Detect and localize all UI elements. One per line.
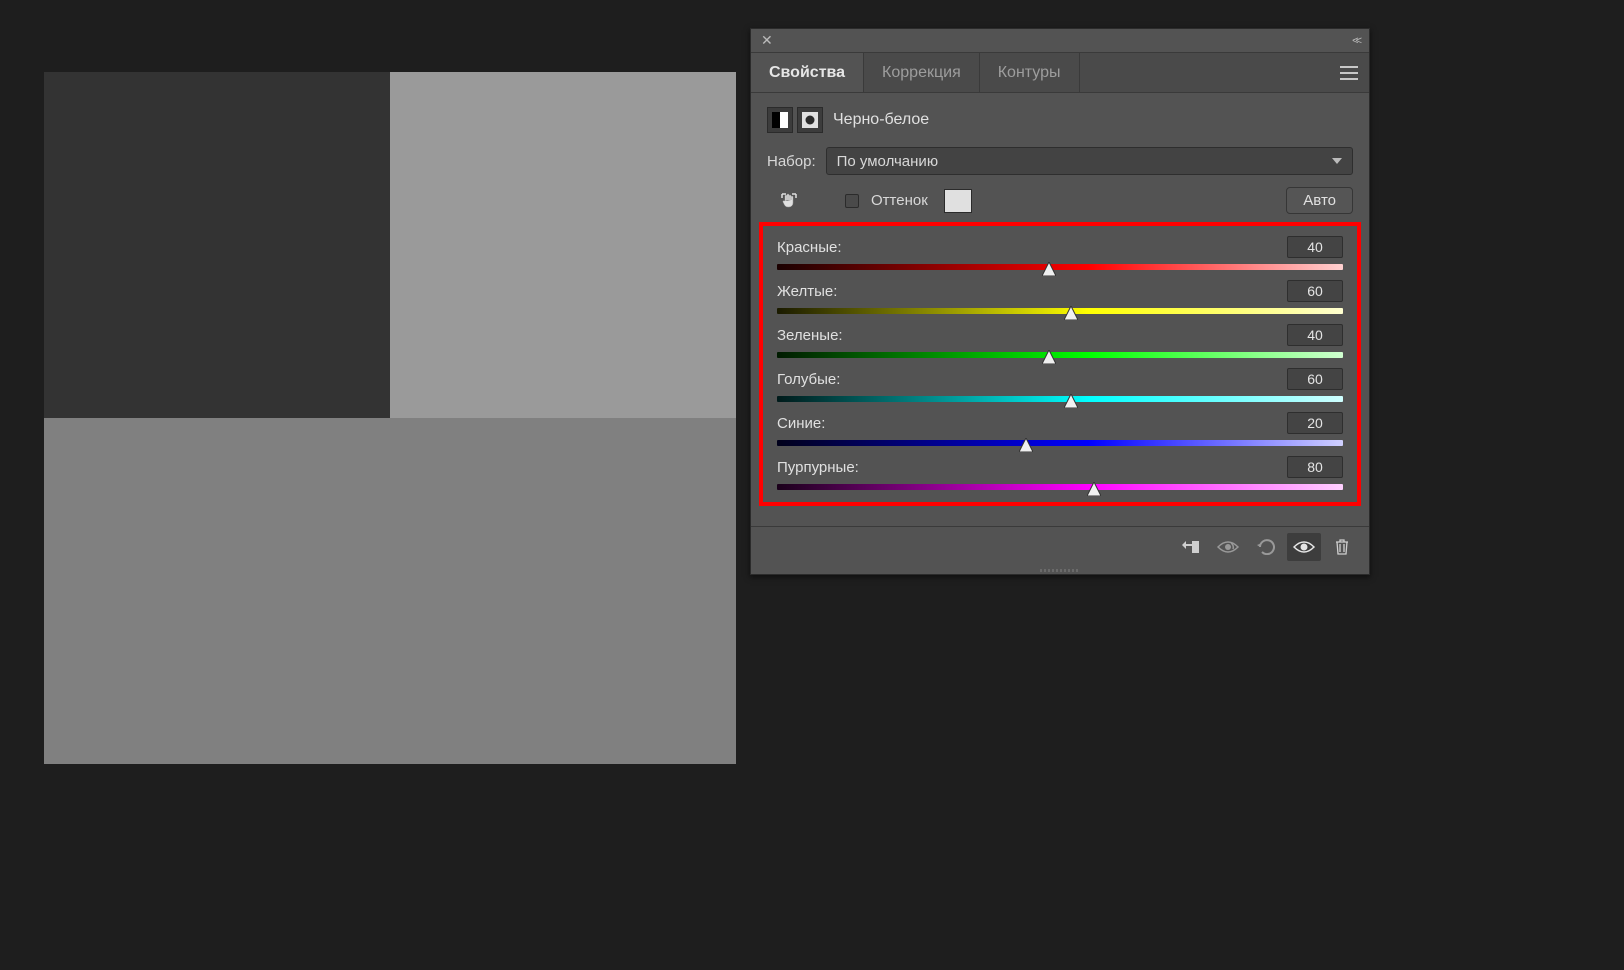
- black-white-adjustment-icon: [767, 107, 793, 133]
- panel-body: Черно-белое Набор: По умолчанию Оттенок: [751, 93, 1369, 514]
- properties-panel: ✕ << Свойства Коррекция Контуры: [750, 28, 1370, 575]
- slider-thumb-greens[interactable]: [1042, 350, 1056, 364]
- layer-mask-icon[interactable]: [797, 107, 823, 133]
- slider-label-blues: Синие:: [777, 415, 825, 432]
- slider-track-greens[interactable]: [777, 352, 1343, 358]
- toggle-visibility-icon[interactable]: [1287, 533, 1321, 561]
- slider-reds: Красные: 40: [777, 236, 1343, 270]
- slider-thumb-blues[interactable]: [1019, 438, 1033, 452]
- canvas-quadrant-tr: [390, 72, 736, 418]
- slider-yellows: Желтые: 60: [777, 280, 1343, 314]
- preset-row: Набор: По умолчанию: [767, 147, 1353, 175]
- preset-label: Набор:: [767, 153, 816, 170]
- adjustment-header: Черно-белое: [767, 107, 1353, 133]
- panel-footer: [751, 526, 1369, 566]
- slider-track-cyans[interactable]: [777, 396, 1343, 402]
- targeted-adjustment-tool-icon[interactable]: [777, 189, 801, 213]
- tab-adjustments[interactable]: Коррекция: [864, 53, 980, 92]
- clip-to-layer-icon[interactable]: [1173, 533, 1207, 561]
- slider-thumb-yellows[interactable]: [1064, 306, 1078, 320]
- preset-value: По умолчанию: [837, 153, 938, 170]
- auto-button[interactable]: Авто: [1286, 187, 1353, 214]
- collapse-panel-icon[interactable]: <<: [1352, 35, 1359, 47]
- slider-value-cyans[interactable]: 60: [1287, 368, 1343, 390]
- tab-paths[interactable]: Контуры: [980, 53, 1080, 92]
- slider-track-magentas[interactable]: [777, 484, 1343, 490]
- slider-label-cyans: Голубые:: [777, 371, 840, 388]
- slider-thumb-cyans[interactable]: [1064, 394, 1078, 408]
- delete-icon[interactable]: [1325, 533, 1359, 561]
- canvas-quadrant-tl: [44, 72, 390, 418]
- slider-thumb-reds[interactable]: [1042, 262, 1056, 276]
- slider-magentas: Пурпурные: 80: [777, 456, 1343, 490]
- slider-thumb-magentas[interactable]: [1087, 482, 1101, 496]
- tint-checkbox[interactable]: [845, 194, 859, 208]
- slider-value-yellows[interactable]: 60: [1287, 280, 1343, 302]
- canvas-quadrant-bl: [44, 418, 390, 764]
- slider-cyans: Голубые: 60: [777, 368, 1343, 402]
- slider-value-greens[interactable]: 40: [1287, 324, 1343, 346]
- tint-color-swatch[interactable]: [944, 189, 972, 213]
- panel-resize-grip[interactable]: [751, 566, 1369, 574]
- slider-track-blues[interactable]: [777, 440, 1343, 446]
- chevron-down-icon: [1332, 158, 1342, 164]
- reset-icon[interactable]: [1249, 533, 1283, 561]
- slider-track-reds[interactable]: [777, 264, 1343, 270]
- panel-menu-icon[interactable]: [1329, 53, 1369, 92]
- view-previous-state-icon[interactable]: [1211, 533, 1245, 561]
- slider-value-magentas[interactable]: 80: [1287, 456, 1343, 478]
- adjustment-title: Черно-белое: [833, 111, 929, 129]
- slider-label-greens: Зеленые:: [777, 327, 843, 344]
- close-icon[interactable]: ✕: [761, 32, 773, 49]
- slider-value-reds[interactable]: 40: [1287, 236, 1343, 258]
- sliders-highlight-box: Красные: 40 Желтые: 60: [759, 222, 1361, 506]
- tab-properties[interactable]: Свойства: [751, 53, 864, 92]
- slider-greens: Зеленые: 40: [777, 324, 1343, 358]
- slider-blues: Синие: 20: [777, 412, 1343, 446]
- slider-track-yellows[interactable]: [777, 308, 1343, 314]
- tint-row: Оттенок Авто: [767, 187, 1353, 214]
- canvas-quadrant-br: [390, 418, 736, 764]
- document-canvas: [44, 72, 736, 764]
- preset-select[interactable]: По умолчанию: [826, 147, 1353, 175]
- slider-value-blues[interactable]: 20: [1287, 412, 1343, 434]
- slider-label-magentas: Пурпурные:: [777, 459, 859, 476]
- slider-label-reds: Красные:: [777, 239, 842, 256]
- panel-topbar: ✕ <<: [751, 29, 1369, 53]
- slider-label-yellows: Желтые:: [777, 283, 837, 300]
- panel-tabs: Свойства Коррекция Контуры: [751, 53, 1369, 93]
- tint-label: Оттенок: [871, 192, 928, 209]
